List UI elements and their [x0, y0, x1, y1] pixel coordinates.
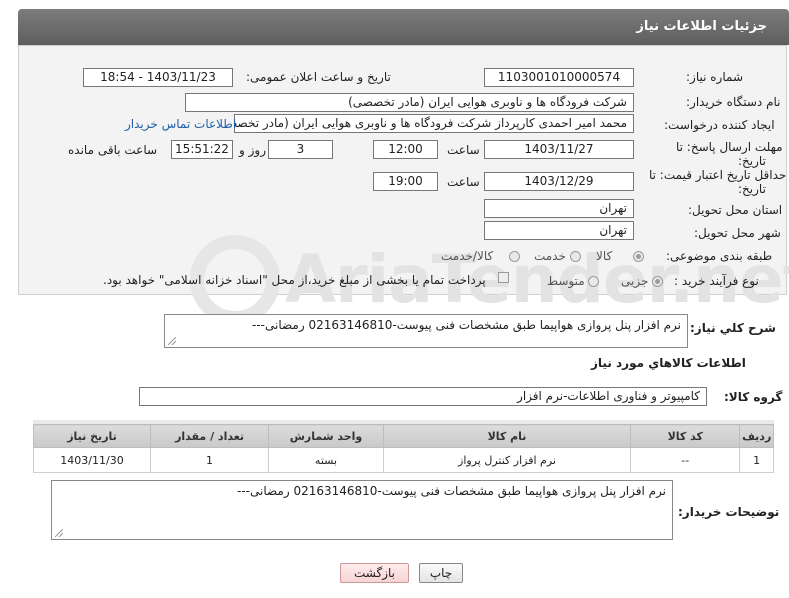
- buyer-org-field: شرکت فرودگاه ها و ناوبری هوایی ایران (ما…: [185, 93, 634, 112]
- resize-grip-icon[interactable]: [55, 529, 63, 537]
- category-radio-goods-service[interactable]: [509, 251, 520, 262]
- need-number-label: شماره نیاز:: [686, 70, 743, 84]
- announce-datetime-field: 1403/11/23 - 18:54: [83, 68, 233, 87]
- buyer-notes-label: توضیحات خریدار:: [678, 505, 780, 519]
- city-field: تهران: [484, 221, 634, 240]
- deadline-time-label: ساعت: [447, 143, 480, 157]
- validity-date-label: تاریخ:: [738, 182, 766, 196]
- validity-time-label: ساعت: [447, 175, 480, 189]
- description-textarea[interactable]: نرم افزار پنل پروازی هواپیما طبق مشخصات …: [164, 314, 688, 348]
- category-option-goods: کالا: [596, 249, 613, 263]
- page-header: جزئیات اطلاعات نیاز: [18, 9, 789, 45]
- validity-label: حداقل تاریخ اعتبار قیمت: تا: [649, 168, 787, 182]
- cell-row-number: 1: [739, 447, 774, 473]
- goods-table-header: ردیف کد کالا نام کالا واحد شمارش تعداد /…: [32, 424, 774, 448]
- col-row-number: ردیف: [739, 424, 774, 448]
- description-label: شرح کلي نياز:: [690, 321, 776, 335]
- process-label: نوع فرآیند خرید :: [674, 274, 759, 288]
- cell-need-date: 1403/11/30: [32, 447, 152, 473]
- process-radio-minor[interactable]: [652, 276, 663, 287]
- category-label: طبقه بندی موضوعی:: [666, 249, 773, 263]
- process-radio-medium[interactable]: [588, 276, 599, 287]
- goods-section-title: اطلاعات کالاهاي مورد نياز: [591, 356, 746, 370]
- cell-quantity: 1: [150, 447, 270, 473]
- remaining-time-field: 15:51:22: [171, 140, 233, 159]
- buyer-notes-text: نرم افزار پنل پروازی هواپیما طبق مشخصات …: [237, 484, 666, 498]
- category-option-service: خدمت: [534, 249, 566, 263]
- goods-group-field: کامپیوتر و فناوری اطلاعات-نرم افزار: [139, 387, 707, 406]
- resize-grip-icon[interactable]: [168, 337, 176, 345]
- remaining-label: ساعت باقی مانده: [68, 143, 158, 157]
- print-button[interactable]: چاپ: [419, 563, 463, 583]
- days-label: روز و: [239, 143, 266, 157]
- goods-table: ردیف کد کالا نام کالا واحد شمارش تعداد /…: [32, 424, 774, 473]
- col-quantity: تعداد / مقدار: [150, 424, 270, 448]
- buyer-notes-textarea[interactable]: نرم افزار پنل پروازی هواپیما طبق مشخصات …: [51, 480, 673, 540]
- table-row: 1 -- نرم افزار کنترل پرواز بسته 1 1403/1…: [32, 447, 774, 473]
- process-option-medium: متوسط: [547, 274, 585, 288]
- deadline-time-field: 12:00: [373, 140, 438, 159]
- category-radio-service[interactable]: [570, 251, 581, 262]
- cell-unit: بسته: [268, 447, 384, 473]
- col-need-date: تاریخ نیاز: [32, 424, 152, 448]
- creator-label: ایجاد کننده درخواست:: [664, 118, 775, 132]
- buyer-org-label: نام دستگاه خریدار:: [686, 95, 781, 109]
- announce-label: تاریخ و ساعت اعلان عمومی:: [246, 70, 391, 84]
- goods-group-label: گروه کالا:: [724, 390, 783, 404]
- col-item-code: کد کالا: [630, 424, 741, 448]
- province-label: استان محل تحویل:: [688, 203, 783, 217]
- category-radio-goods[interactable]: [633, 251, 644, 262]
- back-button[interactable]: بازگشت: [340, 563, 409, 583]
- remaining-days-field: 3: [268, 140, 333, 159]
- validity-time-field: 19:00: [373, 172, 438, 191]
- cell-item-name: نرم افزار کنترل پرواز: [382, 447, 632, 473]
- need-number-field: 1103001010000574: [484, 68, 634, 87]
- cell-item-code: --: [630, 447, 741, 473]
- province-field: تهران: [484, 199, 634, 218]
- col-unit: واحد شمارش: [268, 424, 384, 448]
- process-option-minor: جزیی: [621, 274, 649, 288]
- treasury-payment-checkbox[interactable]: [498, 272, 509, 283]
- deadline-date-label: تاریخ:: [738, 154, 766, 168]
- page-title: جزئیات اطلاعات نیاز: [636, 19, 767, 34]
- treasury-payment-note: پرداخت تمام یا بخشی از مبلغ خرید،از محل …: [103, 273, 486, 287]
- city-label: شهر محل تحویل:: [694, 226, 781, 240]
- col-item-name: نام کالا: [382, 424, 632, 448]
- validity-date-field: 1403/12/29: [484, 172, 634, 191]
- description-text: نرم افزار پنل پروازی هواپیما طبق مشخصات …: [252, 318, 681, 332]
- deadline-label: مهلت ارسال پاسخ: تا: [676, 140, 783, 154]
- buyer-contact-link[interactable]: اطلاعات تماس خریدار: [125, 117, 236, 131]
- category-option-goods-service: کالا/خدمت: [441, 249, 494, 263]
- creator-field: محمد امیر احمدی کارپرداز شرکت فرودگاه ها…: [234, 114, 634, 133]
- deadline-date-field: 1403/11/27: [484, 140, 634, 159]
